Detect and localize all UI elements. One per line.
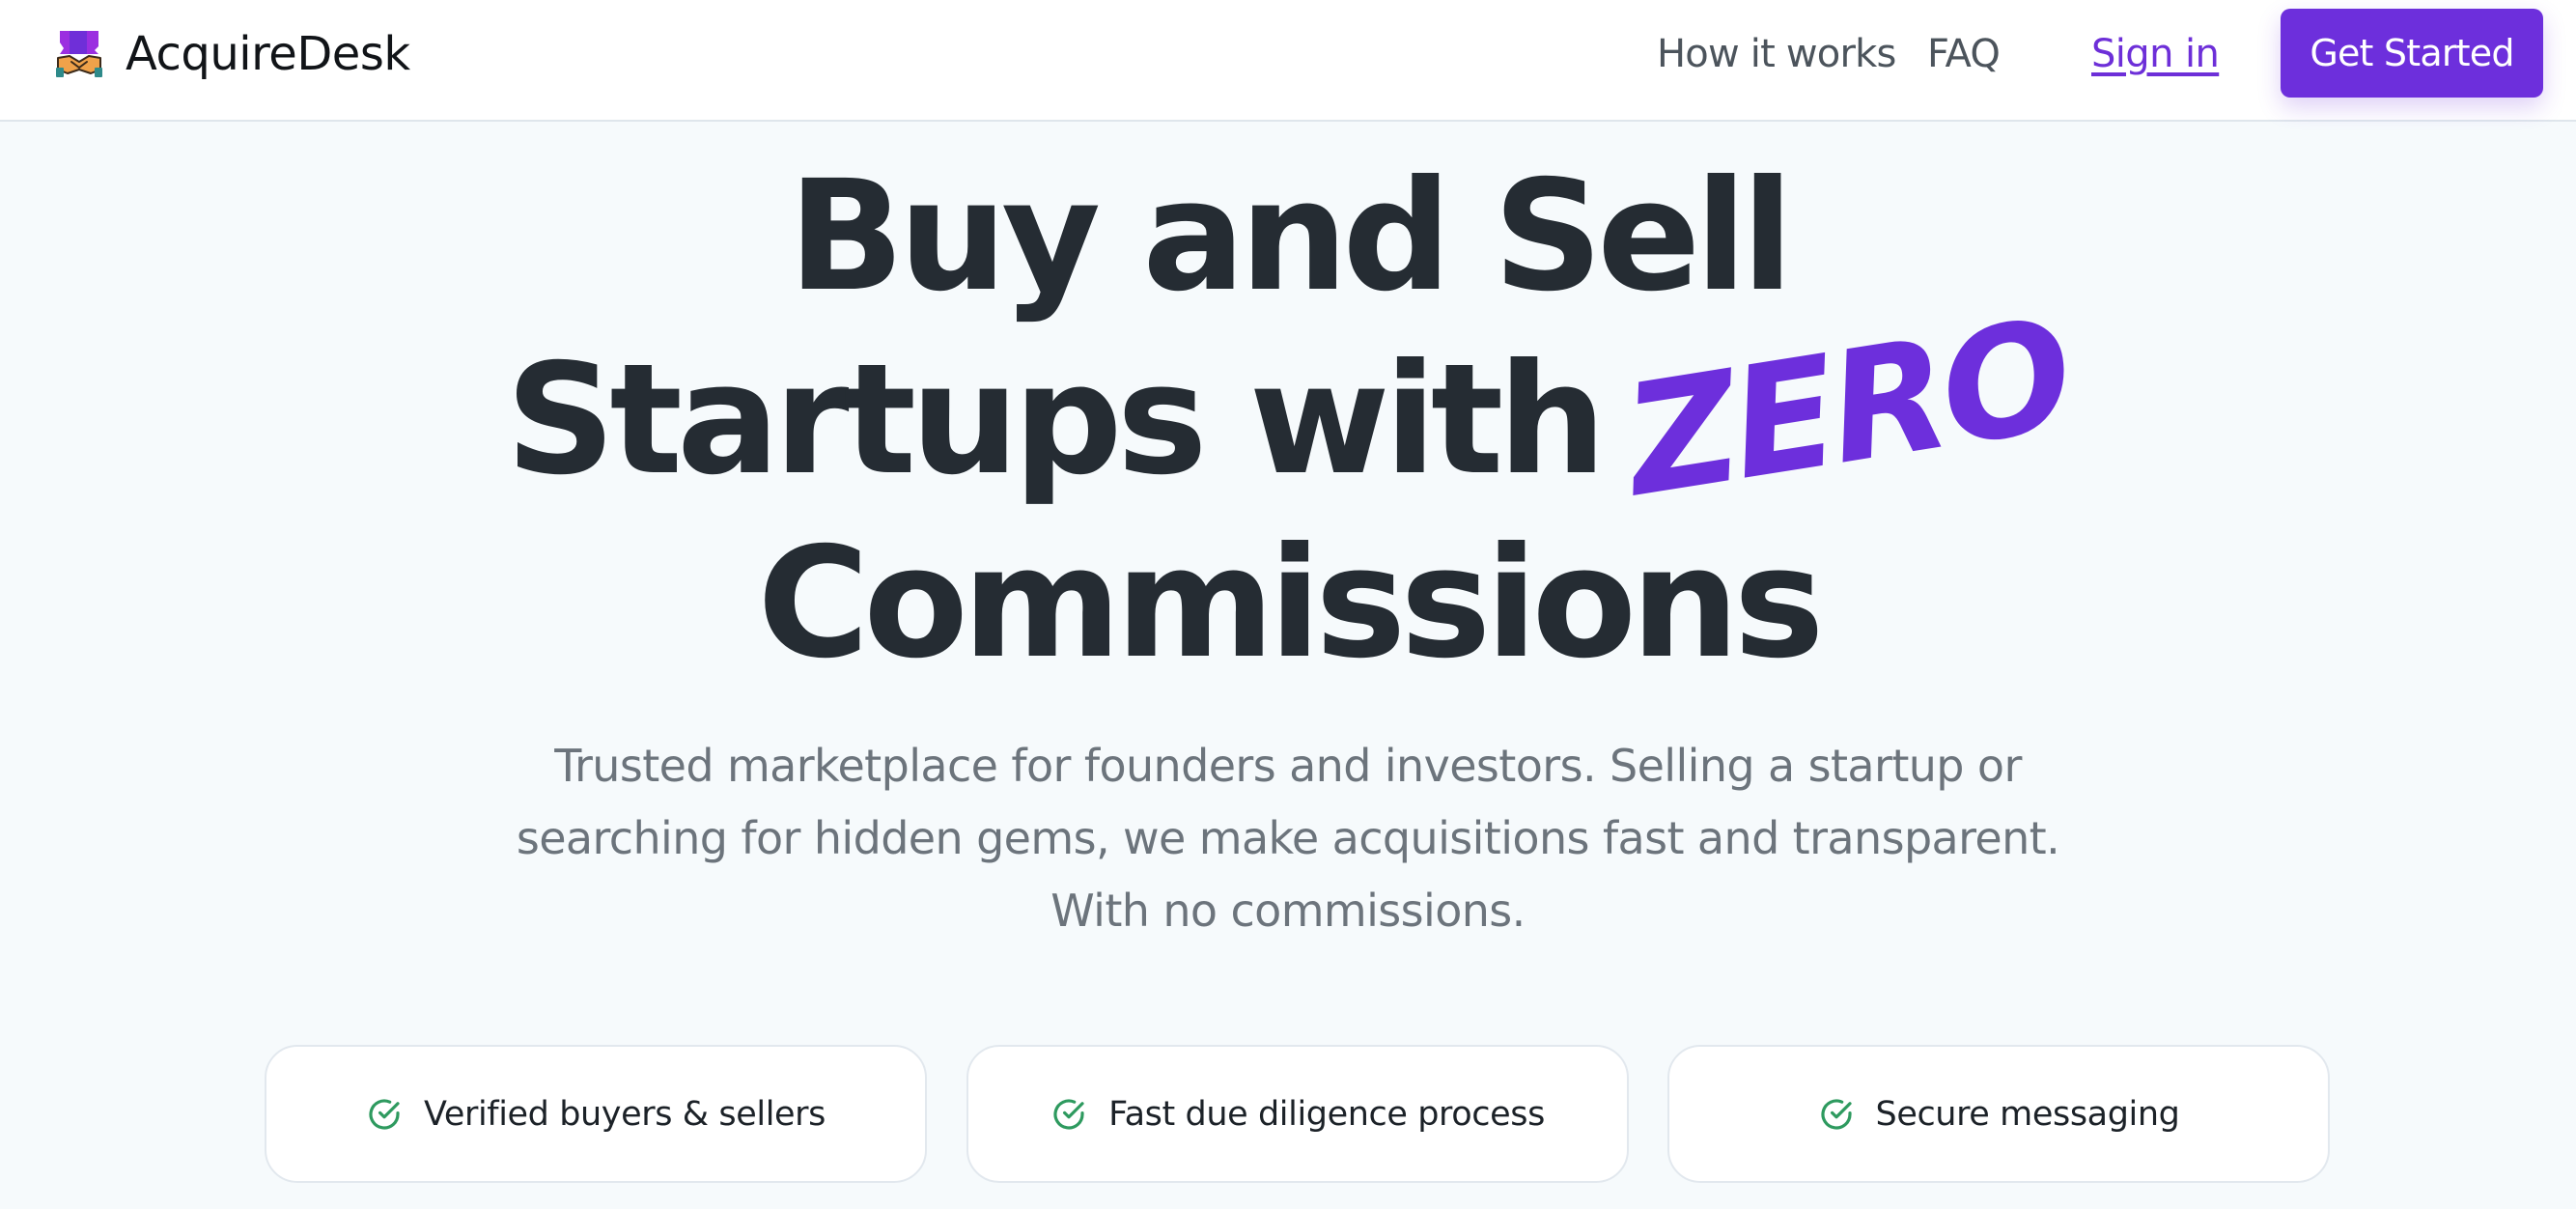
- feature-card-verified: Verified buyers & sellers: [265, 1045, 927, 1183]
- feature-label: Fast due diligence process: [1108, 1094, 1545, 1134]
- hero-title-line-1: Buy and Sell: [788, 148, 1793, 325]
- feature-card-secure-messaging: Secure messaging: [1667, 1045, 2330, 1183]
- handshake-logo-icon: [56, 31, 102, 77]
- get-started-button[interactable]: Get Started: [2281, 9, 2543, 98]
- feature-label: Secure messaging: [1875, 1094, 2180, 1134]
- brand-name: AcquireDesk: [126, 27, 410, 81]
- hero-title-line-3: Commissions: [757, 515, 1824, 692]
- feature-label: Verified buyers & sellers: [424, 1094, 826, 1134]
- feature-card-due-diligence: Fast due diligence process: [966, 1045, 1629, 1183]
- hero-subtitle-line-2: searching for hidden gems, we make acqui…: [516, 812, 2060, 864]
- hero-subtitle-line-1: Trusted marketplace for founders and inv…: [554, 740, 2022, 792]
- check-circle-icon: [1053, 1098, 1084, 1130]
- hero-title-line-2: Startups withZERO: [0, 286, 2576, 530]
- nav-faq-link[interactable]: FAQ: [1927, 29, 2001, 79]
- hero-subtitle-line-3: With no commissions.: [1050, 885, 1526, 937]
- hero-subtitle: Trusted marketplace for founders and inv…: [0, 730, 2576, 947]
- sign-in-link[interactable]: Sign in: [2091, 29, 2220, 79]
- hero-title-line-2-text: Startups with: [505, 331, 1607, 509]
- check-circle-icon: [369, 1098, 400, 1130]
- brand[interactable]: AcquireDesk: [56, 27, 410, 81]
- hero-title: Buy and Sell Startups withZERO Commissio…: [0, 145, 2576, 695]
- nav-how-it-works-link[interactable]: How it works: [1657, 29, 1896, 79]
- site-header: AcquireDesk How it works FAQ Sign in Get…: [0, 0, 2576, 122]
- check-circle-icon: [1820, 1098, 1852, 1130]
